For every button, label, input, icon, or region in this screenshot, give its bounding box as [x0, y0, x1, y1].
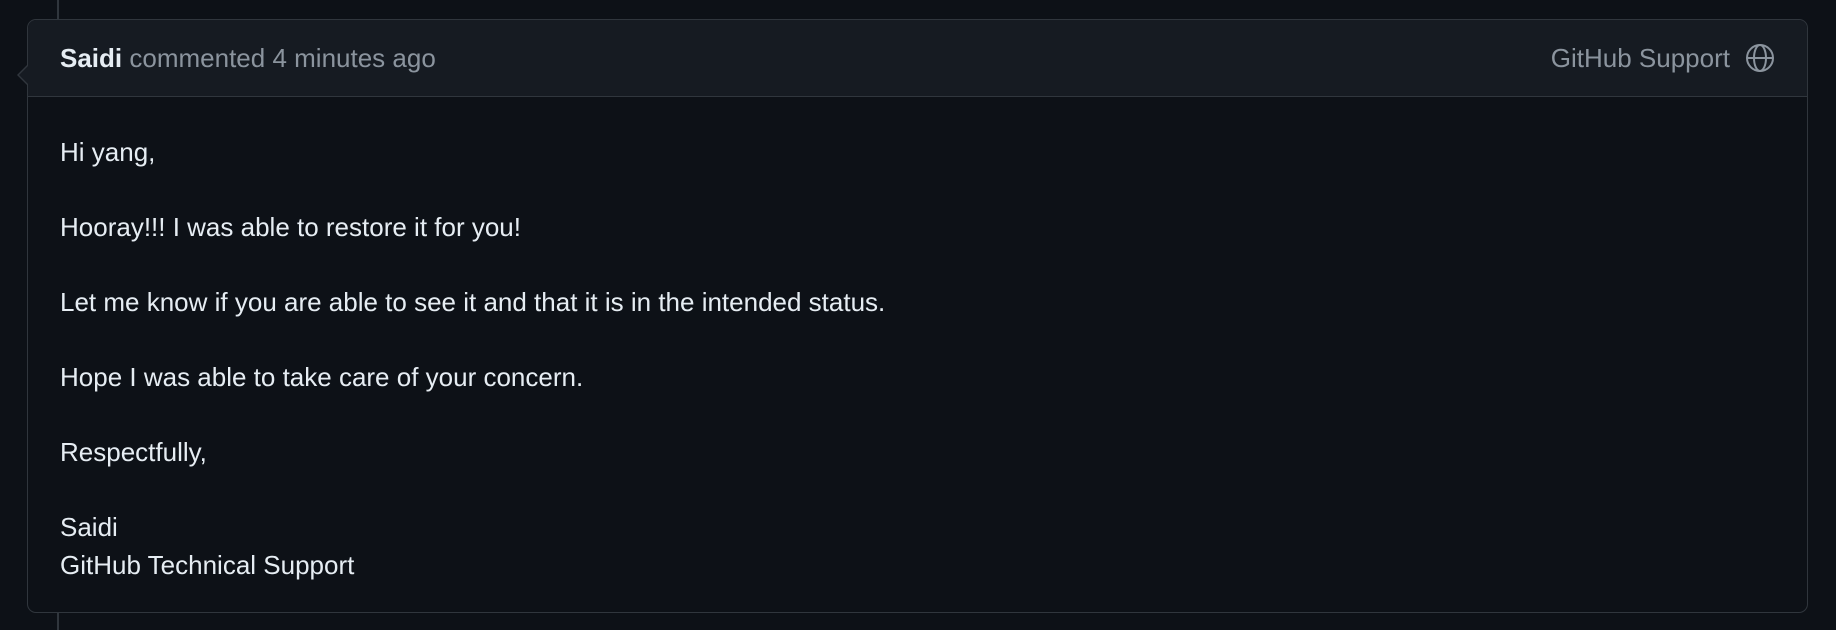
body-line-2: Let me know if you are able to see it an…	[60, 287, 886, 317]
globe-icon	[1744, 42, 1776, 74]
body-greeting: Hi yang,	[60, 137, 156, 167]
signature-title: GitHub Technical Support	[60, 550, 355, 580]
body-line-1: Hooray!!! I was able to restore it for y…	[60, 212, 521, 242]
comment-action: commented	[129, 42, 266, 73]
author-link[interactable]: Saidi	[60, 43, 122, 73]
page: Saidi commented 4 minutes ago GitHub Sup…	[0, 0, 1836, 630]
comment-pointer	[19, 65, 28, 84]
comment-card: Saidi commented 4 minutes ago GitHub Sup…	[17, 19, 1808, 613]
comment-timestamp[interactable]: 4 minutes ago	[272, 43, 435, 73]
comment-header: Saidi commented 4 minutes ago GitHub Sup…	[28, 20, 1807, 97]
support-badge-label: GitHub Support	[1550, 42, 1730, 73]
support-badge: GitHub Support	[1551, 42, 1776, 74]
comment-meta: Saidi commented 4 minutes ago	[60, 43, 436, 74]
body-line-3: Hope I was able to take care of your con…	[60, 362, 584, 392]
comment-body: Hi yang, Hooray!!! I was able to restore…	[28, 97, 1807, 584]
body-closing: Respectfully,	[60, 437, 207, 467]
signature-name: Saidi	[60, 512, 118, 542]
